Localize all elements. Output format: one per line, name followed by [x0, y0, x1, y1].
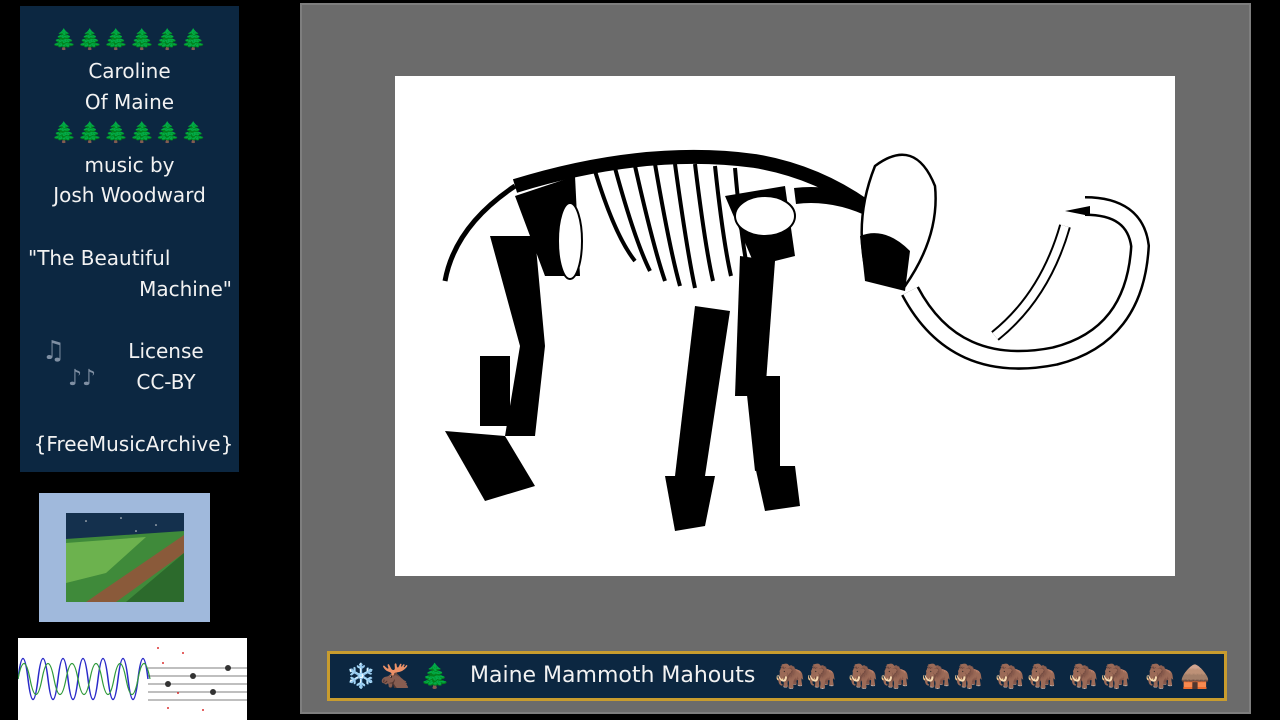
- mammoth-icon: 🦣🦣 🦣🦣 🦣🦣 🦣🦣 🦣🦣: [775, 662, 1133, 690]
- music-notes-icon: ♪♪: [68, 366, 97, 391]
- tree-row-bottom: 🌲🌲🌲🌲🌲🌲: [51, 120, 208, 144]
- license-label: License: [128, 339, 204, 363]
- moose-icon: 🫎: [380, 662, 410, 690]
- landscape-thumbnail: [39, 493, 210, 622]
- waveform-strip: [18, 638, 247, 720]
- waveform-art: [18, 647, 247, 711]
- song-name-line2: Machine": [139, 277, 232, 301]
- mammoth-icon: 🦣: [1145, 662, 1175, 690]
- song-info-panel: 🌲🌲🌲🌲🌲🌲 Caroline Of Maine 🌲🌲🌲🌲🌲🌲 music by…: [20, 6, 239, 472]
- song-name-line1: "The Beautiful: [28, 246, 171, 270]
- landscape-art: [66, 513, 184, 602]
- song-title-line2: Of Maine: [84, 90, 175, 114]
- tree-row-top: 🌲🌲🌲🌲🌲🌲: [51, 27, 208, 51]
- image-canvas: [395, 76, 1175, 576]
- snowflake-icon: ❄️: [346, 662, 376, 690]
- banner-title: Maine Mammoth Mahouts: [470, 663, 756, 688]
- source-label: {FreeMusicArchive}: [33, 432, 234, 456]
- music-by-label: music by: [84, 153, 175, 177]
- tree-icon: 🌲: [420, 662, 450, 690]
- song-title-line1: Caroline: [88, 59, 171, 83]
- hut-icon: 🛖: [1180, 662, 1210, 690]
- bottom-banner: ❄️ 🫎 🌲 Maine Mammoth Mahouts 🦣🦣 🦣🦣 🦣🦣 🦣🦣…: [327, 651, 1227, 701]
- music-note-icon: ♫: [42, 336, 66, 366]
- main-stage: ❄️ 🫎 🌲 Maine Mammoth Mahouts 🦣🦣 🦣🦣 🦣🦣 🦣🦣…: [300, 3, 1251, 714]
- license-value: CC-BY: [136, 370, 196, 394]
- mammoth-skeleton-illustration: [442, 149, 1151, 531]
- artist-name: Josh Woodward: [53, 183, 206, 207]
